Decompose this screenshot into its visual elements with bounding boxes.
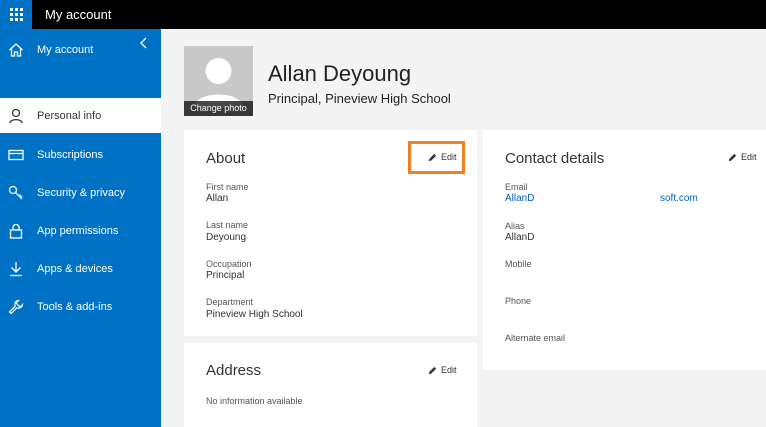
sidebar-item-label: Personal info [37,109,102,122]
alias-value: AllanD [505,232,535,243]
sidebar-item-label: Subscriptions [37,148,104,161]
address-card: Address Edit No information available [184,343,477,427]
email-label: Email [505,182,528,192]
sidebar-item-my-account[interactable]: My account [0,32,161,67]
address-title: Address [206,362,262,379]
first-name-label: First name [206,182,249,192]
sidebar-item-label: Security & privacy [37,186,126,199]
sidebar-item-label: App permissions [37,224,119,237]
waffle-icon [9,8,23,21]
department-label: Department [206,297,254,307]
download-icon [8,261,24,277]
person-icon [8,108,24,124]
email-value-end[interactable]: soft.com [660,193,698,204]
sidebar-item-label: Apps & devices [37,262,113,275]
alias-label: Alias [505,221,525,231]
edit-highlight-box [408,141,465,174]
email-value-start[interactable]: AllanD [505,193,534,204]
change-photo-button[interactable]: Change photo [184,101,253,116]
alternate-email-label: Alternate email [505,333,566,343]
occupation-label: Occupation [206,259,252,269]
sidebar-item-apps-devices[interactable]: Apps & devices [0,251,161,286]
first-name-value: Allan [206,193,229,204]
department-value: Pineview High School [206,309,303,320]
sidebar-item-personal-info[interactable]: Personal info [0,98,161,133]
profile-title: Principal, Pineview High School [268,91,451,106]
sidebar-item-label: Tools & add-ins [37,300,113,313]
contact-card: Contact details Edit Email AllanD soft.c… [483,130,766,370]
profile-name: Allan Deyoung [268,61,412,86]
address-empty-text: No information available [206,396,303,406]
key-icon [8,185,24,201]
last-name-value: Deyoung [206,232,247,243]
address-edit-button[interactable]: Edit [428,365,457,375]
home-icon [8,42,24,58]
app-launcher-button[interactable] [0,0,32,29]
contact-edit-button[interactable]: Edit [728,152,757,162]
card-icon [8,147,24,163]
top-bar: My account [0,0,766,29]
contact-title: Contact details [505,150,605,167]
avatar[interactable]: Change photo [184,46,253,116]
pencil-icon [428,366,437,374]
lock-icon [8,223,24,239]
mobile-label: Mobile [505,259,532,269]
phone-label: Phone [505,296,532,306]
sidebar-item-app-permissions[interactable]: App permissions [0,213,161,248]
wrench-icon [8,299,24,315]
sidebar-item-label: My account [37,43,94,56]
about-title: About [206,150,246,167]
edit-label: Edit [741,152,757,162]
sidebar-item-tools-addins[interactable]: Tools & add-ins [0,289,161,324]
sidebar-item-subscriptions[interactable]: Subscriptions [0,137,161,172]
pencil-icon [728,153,737,161]
edit-label: Edit [441,365,457,375]
last-name-label: Last name [206,220,249,230]
sidebar-item-security-privacy[interactable]: Security & privacy [0,175,161,210]
occupation-value: Principal [206,270,245,281]
app-title: My account [45,7,112,22]
